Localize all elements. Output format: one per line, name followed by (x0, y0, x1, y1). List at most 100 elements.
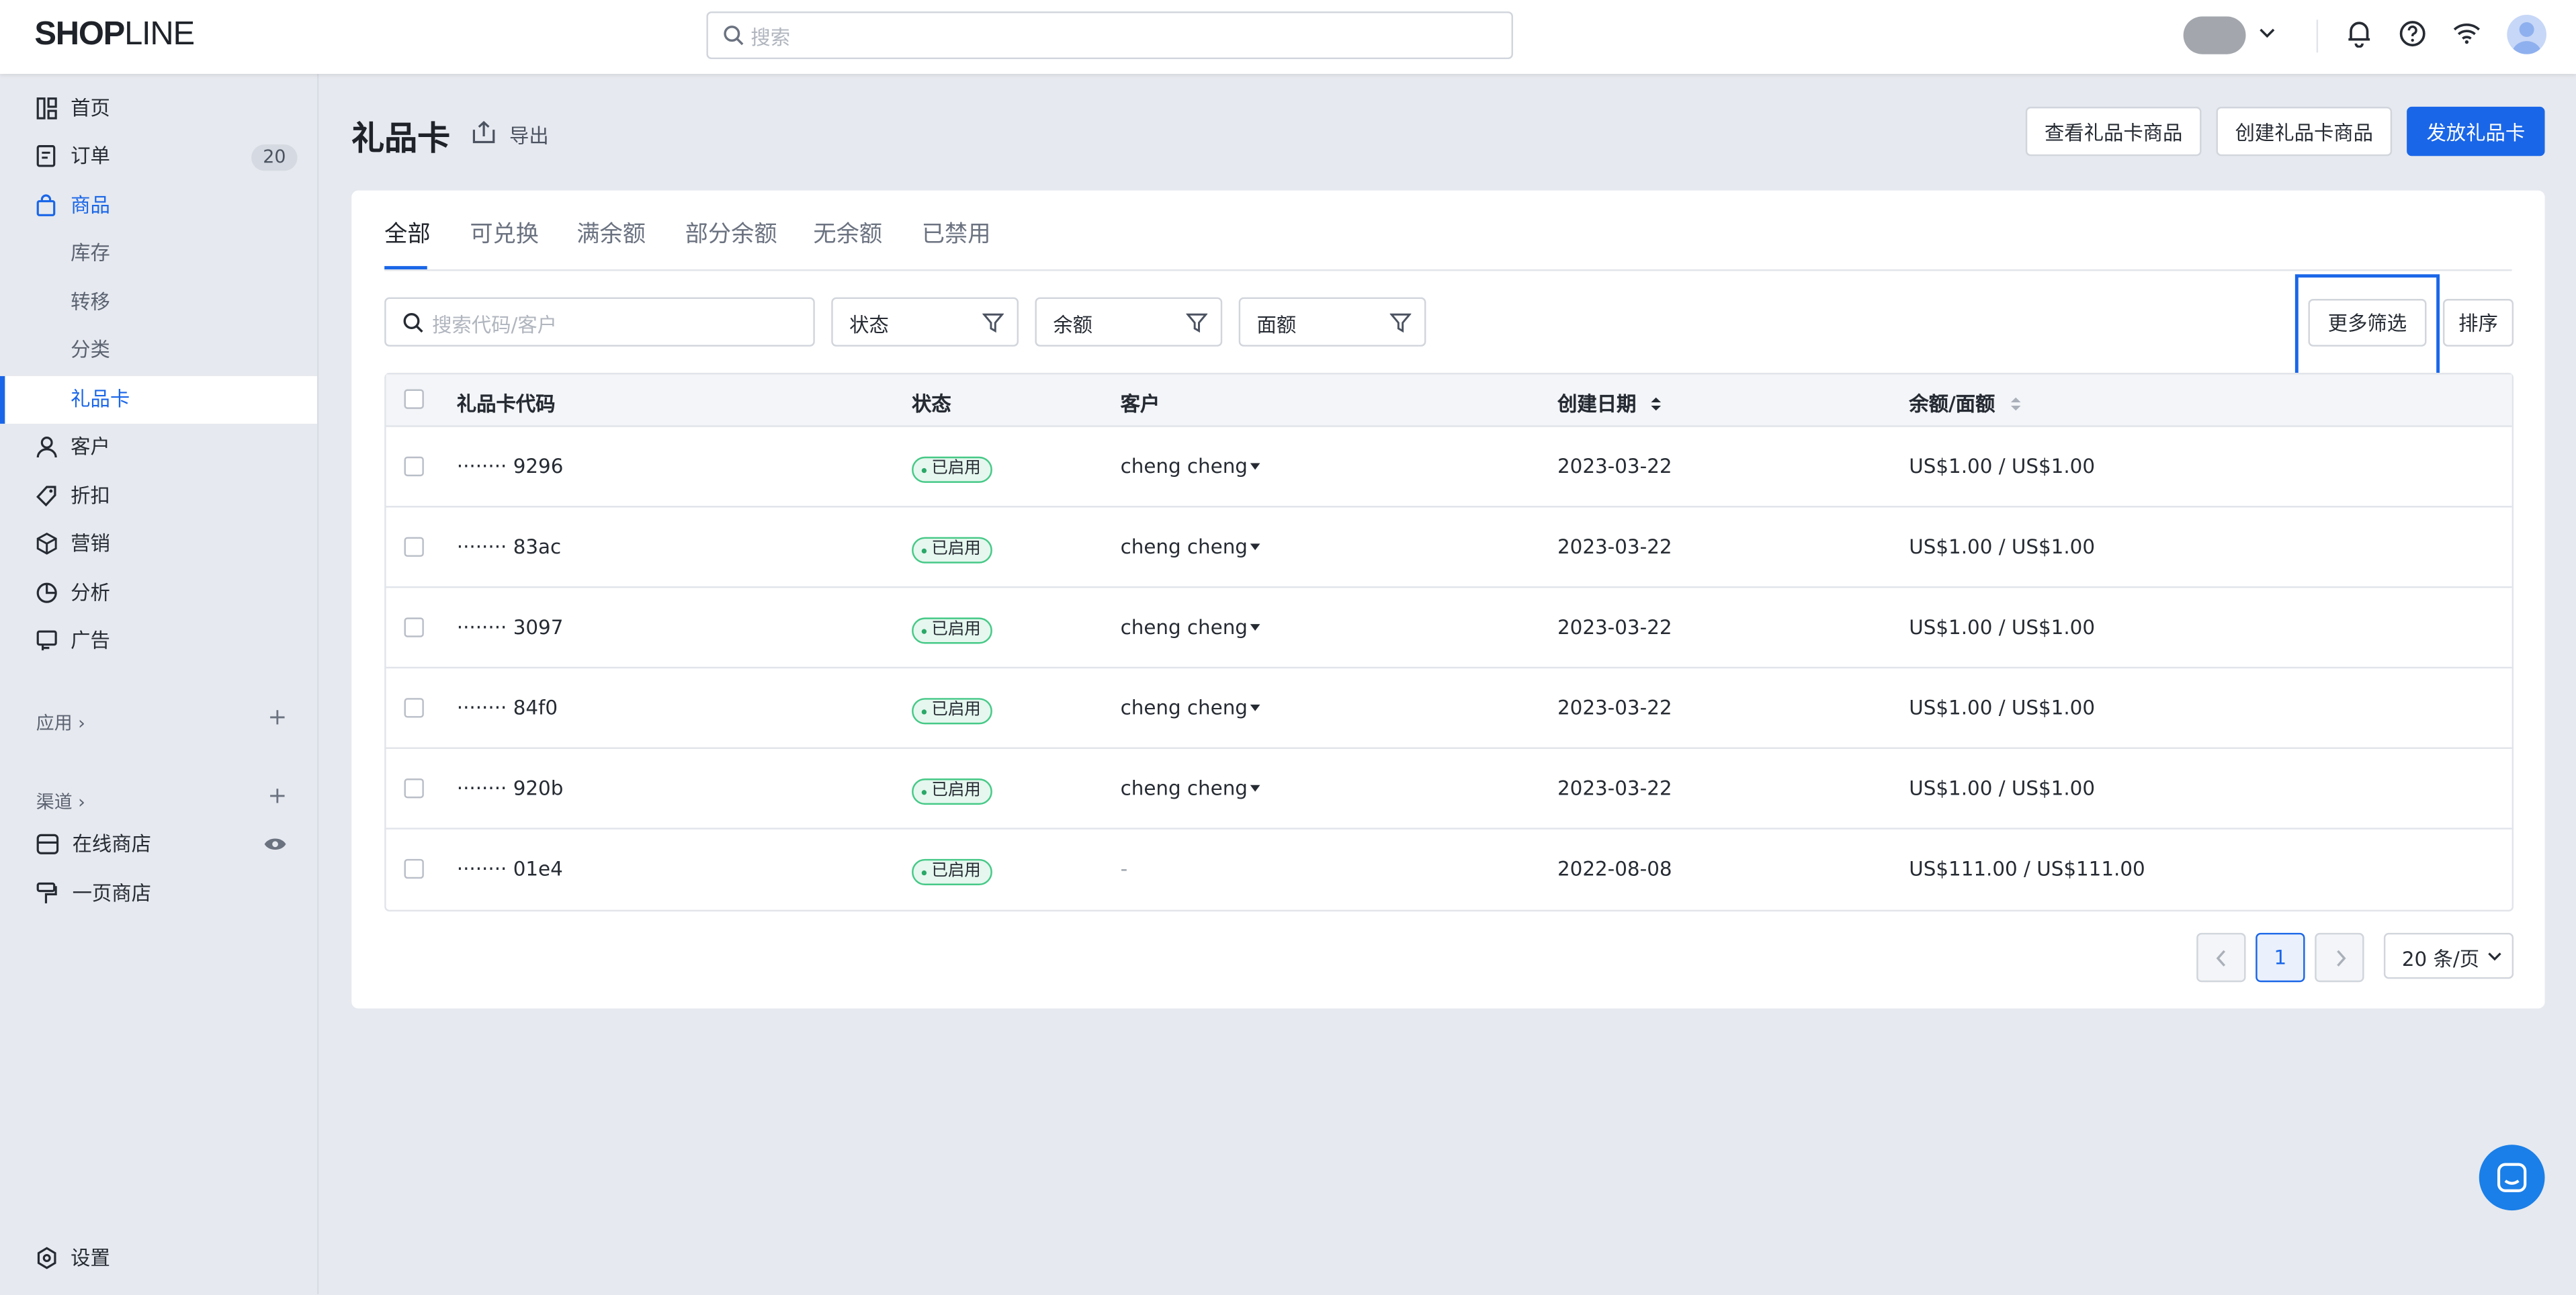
global-search-placeholder: 搜索 (750, 26, 791, 50)
chevron-right-icon: › (78, 791, 85, 813)
customer-link[interactable]: cheng cheng (1121, 616, 1261, 639)
sidebar-item-customers[interactable]: 客户 (0, 424, 317, 472)
customer-link[interactable]: cheng cheng (1121, 535, 1261, 558)
sidebar-item-orders[interactable]: 订单 20 (0, 133, 317, 181)
chevron-left-icon (2216, 950, 2226, 967)
customer-link[interactable]: cheng cheng (1121, 455, 1261, 478)
customer-empty: - (1120, 857, 1128, 881)
dashboard-icon (36, 97, 57, 120)
balance-filter[interactable]: 余额 (1035, 297, 1223, 347)
tab-partial-balance[interactable]: 部分余额 (685, 217, 777, 250)
column-header-status: 状态 (912, 392, 951, 416)
sidebar-item-one-page-store[interactable]: 一页商店 (0, 870, 317, 918)
code-customer-search-input[interactable]: 搜索代码/客户 (384, 297, 815, 347)
sort-icon (2010, 397, 2020, 411)
roller-icon (36, 882, 57, 903)
sidebar-item-inventory[interactable]: 库存 (0, 230, 317, 277)
caret-down-icon (1250, 463, 1261, 470)
eye-icon[interactable] (263, 836, 288, 852)
sidebar-item-discounts[interactable]: 折扣 (0, 473, 317, 521)
row-checkbox[interactable] (404, 617, 424, 637)
help-icon[interactable] (2399, 19, 2427, 48)
global-search-input[interactable]: 搜索 (706, 11, 1513, 60)
create-gift-card-product-button[interactable]: 创建礼品卡商品 (2216, 106, 2393, 157)
bell-icon[interactable] (2346, 18, 2372, 48)
table-row[interactable]: ········ 3097 已启用 cheng cheng 2023-03-22… (386, 588, 2512, 669)
denomination-filter[interactable]: 面额 (1238, 297, 1426, 347)
table-row[interactable]: ········ 84f0 已启用 cheng cheng 2023-03-22… (386, 668, 2512, 749)
row-checkbox[interactable] (404, 456, 424, 477)
created-date: 2022-08-08 (1557, 857, 1672, 881)
customer-link[interactable]: cheng cheng (1121, 777, 1261, 800)
gear-icon (37, 1247, 56, 1269)
sidebar-item-home[interactable]: 首页 (0, 85, 317, 133)
select-all-checkbox[interactable] (404, 389, 424, 409)
status-filter[interactable]: 状态 (831, 297, 1019, 347)
sidebar-item-online-store[interactable]: 在线商店 (0, 821, 317, 869)
export-button[interactable]: 导出 (472, 120, 549, 149)
prev-page-button[interactable] (2196, 932, 2246, 983)
issue-gift-card-button[interactable]: 发放礼品卡 (2407, 106, 2545, 157)
filter-icon (982, 313, 1004, 333)
table-row[interactable]: ········ 920b 已启用 cheng cheng 2023-03-22… (386, 749, 2512, 830)
gift-card-table: 礼品卡代码 状态 客户 创建日期 余额/面额 ········ 9296 已启用… (384, 373, 2514, 912)
next-page-button[interactable] (2315, 932, 2364, 983)
add-channel-button[interactable]: + (268, 783, 288, 809)
more-filters-button[interactable]: 更多筛选 (2308, 299, 2427, 347)
sidebar-item-ads[interactable]: 广告 (0, 617, 317, 665)
sidebar-item-gift-cards[interactable]: 礼品卡 (0, 375, 317, 424)
caret-down-icon (1250, 704, 1261, 711)
table-row[interactable]: ········ 01e4 已启用 - 2022-08-08 US$111.00… (386, 830, 2512, 910)
customer-link[interactable]: cheng cheng (1121, 697, 1261, 719)
store-avatar[interactable] (2183, 16, 2246, 54)
chat-icon (2497, 1163, 2527, 1192)
shopline-logo[interactable]: SHOPLINE (34, 16, 195, 54)
row-checkbox[interactable] (404, 537, 424, 557)
caret-down-icon (1250, 624, 1261, 631)
column-header-created-date[interactable]: 创建日期 (1557, 390, 1663, 418)
row-checkbox[interactable] (404, 778, 424, 799)
sort-button[interactable]: 排序 (2442, 299, 2514, 347)
search-icon (403, 313, 423, 333)
wifi-icon[interactable] (2453, 21, 2481, 44)
column-header-code: 礼品卡代码 (456, 392, 556, 416)
balance-value: US$1.00 / US$1.00 (1909, 615, 2096, 639)
filter-icon (1186, 313, 1208, 333)
user-avatar[interactable] (2507, 15, 2546, 54)
sidebar-item-analytics[interactable]: 分析 (0, 570, 317, 617)
chat-support-button[interactable] (2479, 1145, 2545, 1211)
user-icon (36, 437, 57, 458)
status-badge: 已启用 (912, 858, 992, 885)
sidebar-item-products[interactable]: 商品 (0, 182, 317, 230)
tab-no-balance[interactable]: 无余额 (813, 217, 882, 250)
user-avatar-icon (2511, 22, 2542, 54)
order-icon (36, 145, 56, 167)
sidebar-item-transfers[interactable]: 转移 (0, 279, 317, 327)
channels-section-title[interactable]: 渠道 › (36, 789, 85, 815)
tab-disabled[interactable]: 已禁用 (922, 217, 991, 250)
status-badge: 已启用 (912, 456, 992, 483)
view-gift-card-products-button[interactable]: 查看礼品卡商品 (2025, 106, 2202, 157)
page-size-select[interactable]: 20 条/页 (2383, 932, 2514, 979)
chevron-down-icon[interactable] (2259, 26, 2275, 40)
chevron-right-icon (2337, 950, 2346, 967)
column-header-balance[interactable]: 余额/面额 (1909, 390, 2022, 418)
filter-icon (1389, 313, 1412, 333)
sidebar-item-categories[interactable]: 分类 (0, 327, 317, 375)
chevron-down-icon (2488, 952, 2501, 961)
page-title: 礼品卡 (351, 118, 450, 158)
sidebar-item-marketing[interactable]: 营销 (0, 521, 317, 568)
caret-down-icon (1250, 543, 1261, 551)
table-row[interactable]: ········ 83ac 已启用 cheng cheng 2023-03-22… (386, 508, 2512, 588)
row-checkbox[interactable] (404, 698, 424, 718)
add-app-button[interactable]: + (268, 705, 288, 731)
row-checkbox[interactable] (404, 858, 424, 879)
tab-full-balance[interactable]: 满余额 (576, 217, 646, 250)
page-number-current[interactable]: 1 (2256, 932, 2305, 983)
table-row[interactable]: ········ 9296 已启用 cheng cheng 2023-03-22… (386, 427, 2512, 508)
apps-section-title[interactable]: 应用 › (36, 709, 85, 735)
sidebar-item-settings[interactable]: 设置 (0, 1235, 317, 1283)
tab-redeemable[interactable]: 可兑换 (470, 217, 539, 250)
tab-all[interactable]: 全部 (384, 217, 430, 250)
created-date: 2023-03-22 (1557, 776, 1672, 800)
